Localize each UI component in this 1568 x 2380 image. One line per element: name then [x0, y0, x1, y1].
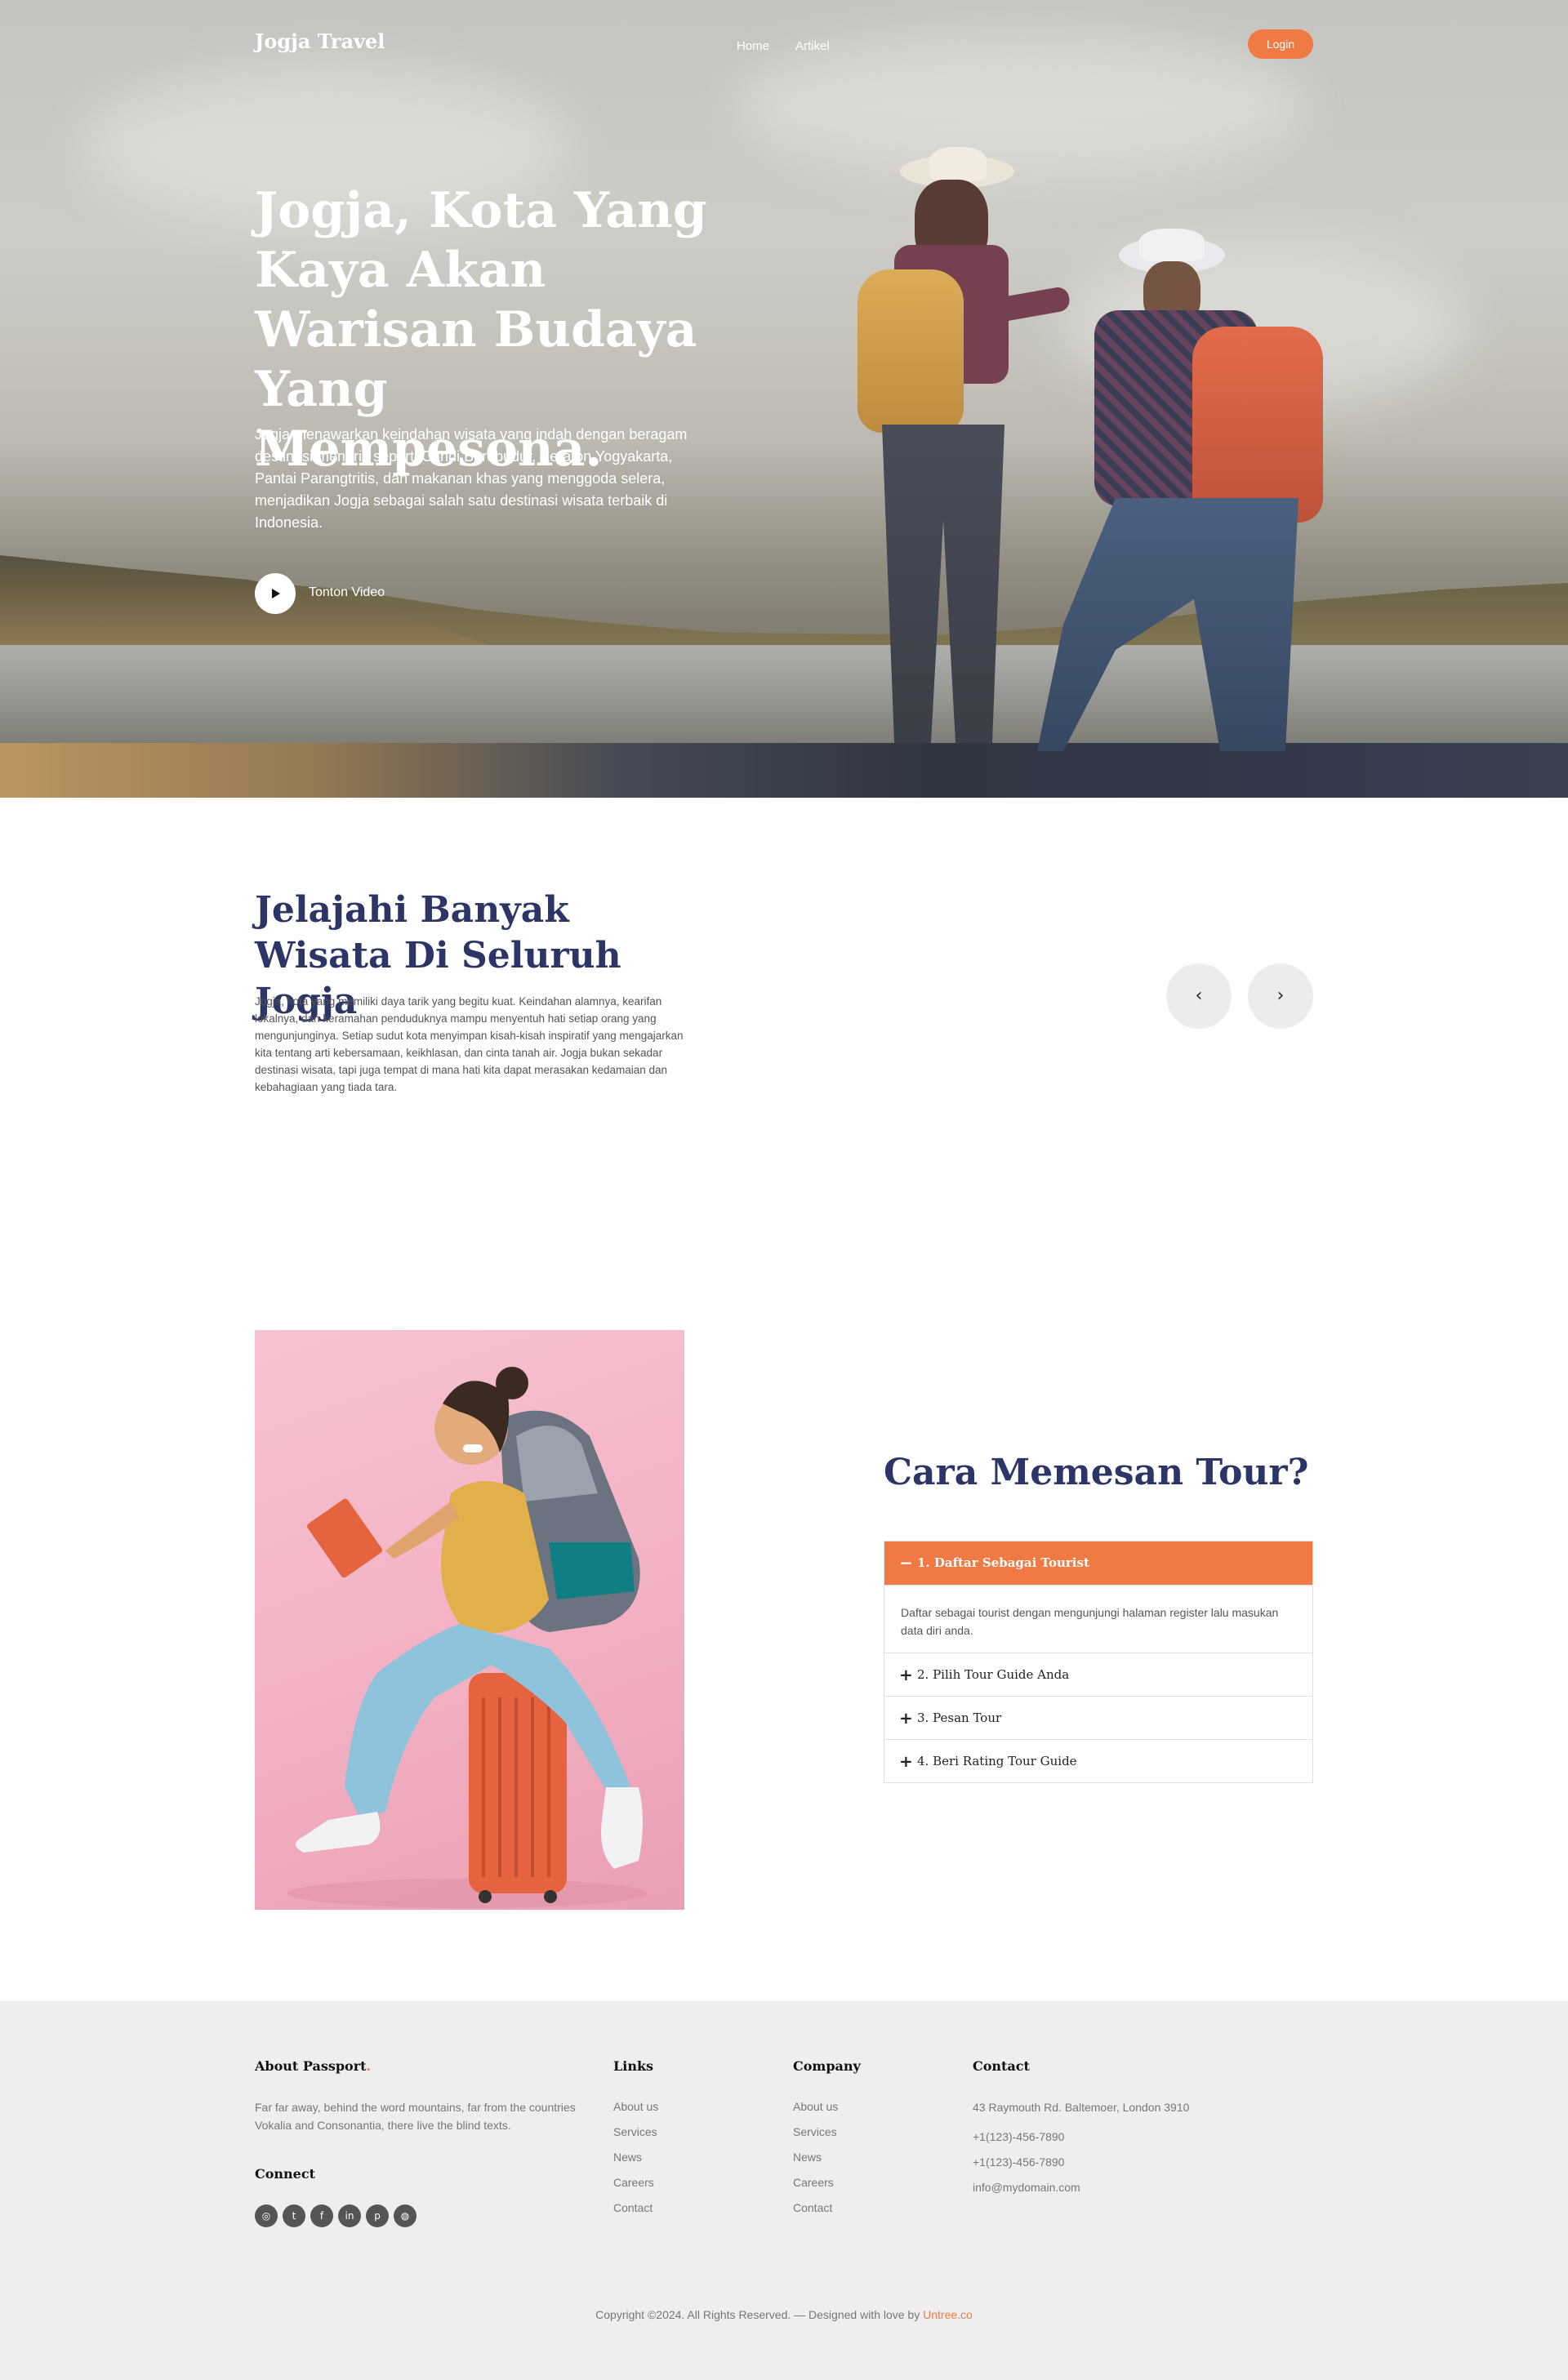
footer-company-services[interactable]: Services: [793, 2125, 837, 2138]
slider-next-button[interactable]: ›: [1248, 963, 1313, 1029]
copyright-text: Copyright ©2024. All Rights Reserved. — …: [595, 2308, 924, 2321]
footer-link-careers[interactable]: Careers: [613, 2176, 654, 2189]
instagram-icon[interactable]: ◎: [255, 2204, 278, 2227]
footer-company-title: Company: [793, 2058, 861, 2074]
footer-link-news[interactable]: News: [613, 2151, 642, 2164]
dribbble-icon[interactable]: ◍: [394, 2204, 416, 2227]
accordion-label: 2. Pilih Tour Guide Anda: [917, 1667, 1070, 1682]
accordion-label: 1. Daftar Sebagai Tourist: [917, 1555, 1089, 1570]
accordion-item-3[interactable]: + 3. Pesan Tour: [884, 1696, 1312, 1739]
footer-address: 43 Raymouth Rd. Baltemoer, London 3910: [973, 2101, 1190, 2114]
accordion-item-1[interactable]: − 1. Daftar Sebagai Tourist: [884, 1541, 1312, 1585]
linkedin-icon[interactable]: in: [338, 2204, 361, 2227]
accordion-item-4[interactable]: + 4. Beri Rating Tour Guide: [884, 1739, 1312, 1782]
footer-link-contact[interactable]: Contact: [613, 2201, 653, 2214]
facebook-icon[interactable]: f: [310, 2204, 333, 2227]
tour-title: Cara Memesan Tour?: [884, 1452, 1309, 1493]
footer-about-text: Far far away, behind the word mountains,…: [255, 2101, 576, 2132]
footer-about-dot: .: [366, 2058, 372, 2074]
twitter-icon[interactable]: t: [283, 2204, 305, 2227]
footer-company-careers[interactable]: Careers: [793, 2176, 834, 2189]
chevron-left-icon: ‹: [1195, 985, 1203, 1006]
footer-email[interactable]: info@mydomain.com: [973, 2181, 1080, 2194]
tour-accordion: − 1. Daftar Sebagai Tourist Daftar sebag…: [884, 1541, 1313, 1783]
plus-icon: +: [899, 1665, 913, 1684]
accordion-body: Daftar sebagai tourist dengan mengunjung…: [884, 1585, 1312, 1653]
minus-icon: −: [899, 1553, 913, 1573]
traveler-illustration: [287, 1367, 647, 1908]
accordion-label: 3. Pesan Tour: [917, 1710, 1002, 1725]
login-button[interactable]: Login: [1248, 29, 1313, 59]
slider-prev-button[interactable]: ‹: [1166, 963, 1232, 1029]
chevron-right-icon: ›: [1276, 985, 1285, 1006]
footer-connect-title: Connect: [255, 2166, 315, 2182]
plus-icon: +: [899, 1751, 913, 1771]
footer-company-contact[interactable]: Contact: [793, 2201, 832, 2214]
traveler-photo: [255, 1330, 684, 1910]
footer-link-services[interactable]: Services: [613, 2125, 657, 2138]
nav-link-home[interactable]: Home: [737, 39, 769, 53]
footer-phone-1[interactable]: +1(123)-456-7890: [973, 2130, 1064, 2143]
copyright-link[interactable]: Untree.co: [923, 2308, 973, 2321]
footer-contact-title: Contact: [973, 2058, 1030, 2074]
brand-logo[interactable]: Jogja Travel: [255, 29, 385, 53]
accordion-item-2[interactable]: + 2. Pilih Tour Guide Anda: [884, 1653, 1312, 1696]
footer-links-title: Links: [613, 2058, 654, 2074]
nav-link-artikel[interactable]: Artikel: [795, 39, 830, 53]
hero-overlay: [0, 0, 1568, 798]
accordion-label: 4. Beri Rating Tour Guide: [917, 1754, 1077, 1768]
watch-video-label[interactable]: Tonton Video: [309, 585, 385, 600]
footer-about-title-text: About Passport: [255, 2058, 367, 2074]
footer-about-title: About Passport.: [255, 2058, 371, 2074]
plus-icon: +: [899, 1708, 913, 1728]
explore-description: Jogja, kota yang memiliki daya tarik yan…: [255, 995, 684, 1093]
copyright: Copyright ©2024. All Rights Reserved. — …: [0, 2308, 1568, 2321]
footer-link-about[interactable]: About us: [613, 2100, 658, 2113]
play-video-button[interactable]: [255, 573, 296, 614]
hero-section: Jogja Travel Home Artikel Login Jogja, K…: [0, 0, 1568, 798]
pinterest-icon[interactable]: p: [366, 2204, 389, 2227]
play-icon: [272, 589, 280, 598]
site-footer: [0, 2001, 1568, 2380]
footer-company-news[interactable]: News: [793, 2151, 822, 2164]
footer-company-about[interactable]: About us: [793, 2100, 838, 2113]
hero-description: Jogja menawarkan keindahan wisata yang i…: [255, 426, 688, 531]
footer-phone-2[interactable]: +1(123)-456-7890: [973, 2155, 1064, 2169]
